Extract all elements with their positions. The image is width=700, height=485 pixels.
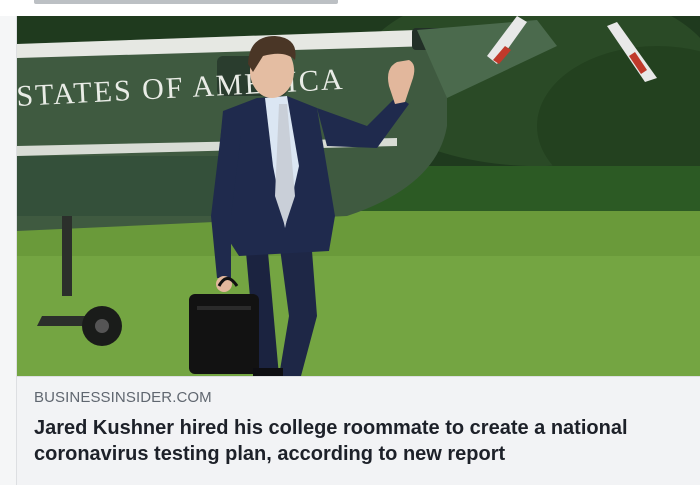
briefcase-seam (197, 306, 251, 310)
feed-left-gutter (0, 16, 16, 485)
landing-strut (62, 216, 72, 296)
article-headline[interactable]: Jared Kushner hired his college roommate… (34, 415, 694, 467)
man-shoe (253, 368, 283, 376)
previous-post-strip (0, 0, 700, 16)
photo-scene: STATES OF AMERICA (17, 16, 700, 376)
link-preview-meta[interactable]: BUSINESSINSIDER.COM Jared Kushner hired … (17, 376, 700, 485)
link-preview-card[interactable]: STATES OF AMERICA BUSINESSINSIDER.COM Ja… (16, 16, 700, 485)
lawn-light (17, 256, 700, 376)
previous-post-bottom-bar (34, 0, 338, 4)
article-photo[interactable]: STATES OF AMERICA (17, 16, 700, 376)
source-domain: BUSINESSINSIDER.COM (34, 389, 212, 406)
landing-wheel-hub (95, 319, 109, 333)
